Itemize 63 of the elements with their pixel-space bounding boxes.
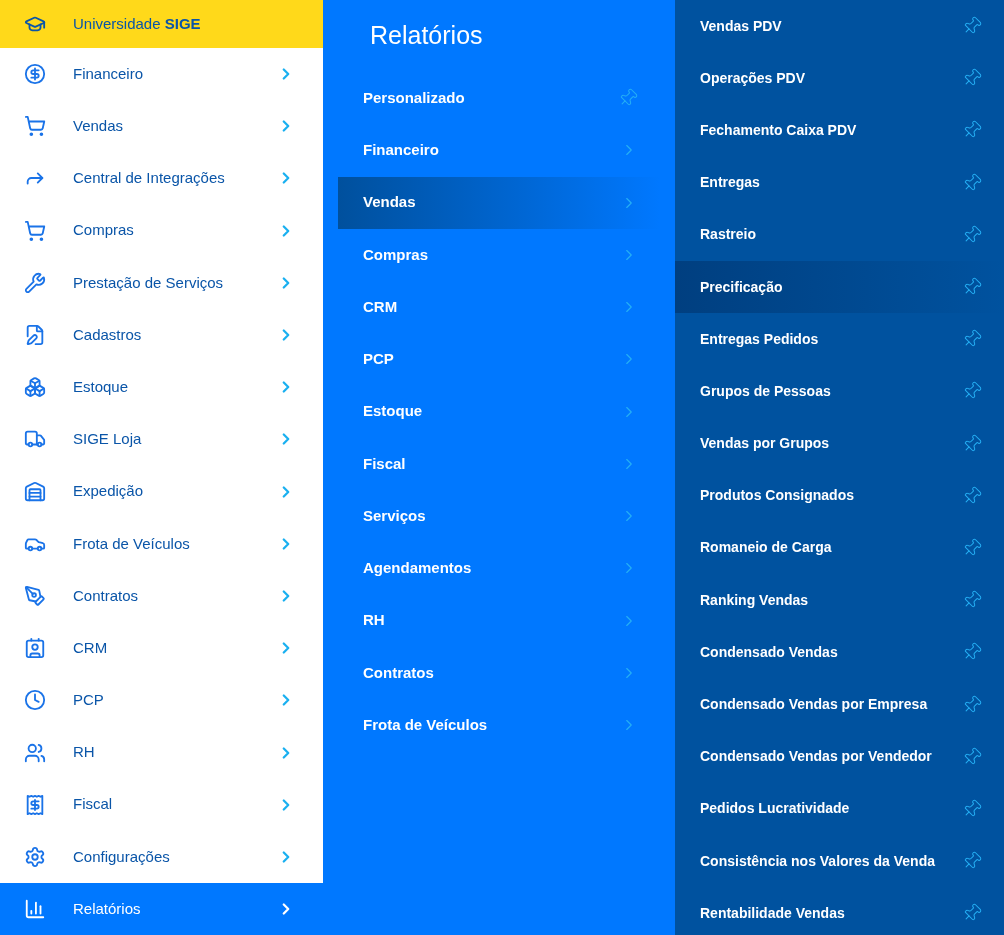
report-item[interactable]: Fechamento Caixa PDV [675,104,1004,157]
submenu-item[interactable]: Personalizado [338,72,660,125]
submenu-item[interactable]: CRM [338,281,660,334]
settings-icon [24,845,46,868]
people-icon [24,741,46,764]
submenu-title: Relatórios [369,20,484,52]
sidebar-item[interactable]: Contratos [0,569,323,623]
report-item[interactable]: Produtos Consignados [675,469,1004,522]
sidebar-item[interactable]: Relatórios [0,883,323,935]
sidebar-item[interactable]: RH [0,726,323,779]
sidebar-item[interactable]: Configurações [0,830,323,883]
wrench-icon [24,271,46,294]
report-item[interactable]: Condensado Vendas [675,626,1004,679]
submenu-item[interactable]: Estoque [338,385,660,438]
sidebar-item[interactable]: Compras [0,204,323,257]
report-item[interactable]: Condensado Vendas por Vendedor [675,730,1004,783]
submenu-item[interactable]: PCP [338,333,660,386]
sidebar-item[interactable]: Expedição [0,465,323,518]
sidebar-item[interactable]: Vendas [0,100,323,153]
clock-icon [24,689,46,712]
banner-label: Universidade SIGE [73,13,201,34]
bar-chart-icon [24,898,46,921]
boxes-icon [24,376,46,399]
pen-icon [24,584,46,607]
cart-icon [24,115,46,138]
report-item[interactable]: Grupos de Pessoas [675,365,1004,418]
report-item[interactable]: Vendas por Grupos [675,417,1004,470]
report-item[interactable]: Pedidos Lucratividade [675,782,1004,835]
contact-card-icon [24,637,46,660]
submenu-item[interactable]: RH [338,594,660,647]
submenu-item[interactable]: Financeiro [338,124,660,177]
document-pen-icon [24,324,46,347]
report-item[interactable]: Operações PDV [675,52,1004,105]
sidebar-item[interactable]: Cadastros [0,308,323,362]
report-item[interactable]: Romaneio de Carga [675,521,1004,575]
sidebar-item[interactable]: Fiscal [0,778,323,831]
submenu-item[interactable]: Contratos [338,646,660,699]
report-item[interactable]: Consistência nos Valores da Venda [675,835,1004,888]
submenu-item[interactable]: Frota de Veículos [338,699,660,752]
report-item[interactable]: Entregas Pedidos [675,313,1004,366]
receipt-icon [24,793,46,816]
report-item[interactable]: Ranking Vendas [675,574,1004,627]
report-item[interactable]: Rastreio [675,208,1004,261]
sidebar-item[interactable]: CRM [0,622,323,675]
submenu-item[interactable]: Agendamentos [338,542,660,595]
submenu-item[interactable]: Compras [338,228,660,281]
report-item[interactable]: Rentabilidade Vendas [675,887,1004,935]
warehouse-icon [24,480,46,503]
sidebar-item[interactable]: Prestação de Serviços [0,256,323,309]
report-item[interactable]: Condensado Vendas por Empresa [675,678,1004,731]
cart-icon [24,219,46,242]
report-item[interactable]: Entregas [675,156,1004,209]
dollar-icon [24,63,46,86]
report-item[interactable]: Vendas PDV [675,0,1004,53]
university-banner[interactable]: Universidade SIGE [0,0,323,48]
sidebar-item[interactable]: PCP [0,674,323,727]
sidebar-item[interactable]: Central de Integrações [0,152,323,205]
sidebar-item[interactable]: SIGE Loja [0,413,323,466]
submenu-item[interactable]: Serviços [338,490,660,543]
sidebar-item[interactable]: Financeiro [0,48,323,101]
sidebar-item[interactable]: Frota de Veículos [0,517,323,570]
sidebar-item[interactable]: Estoque [0,361,323,414]
submenu-item[interactable]: Fiscal [338,437,660,490]
